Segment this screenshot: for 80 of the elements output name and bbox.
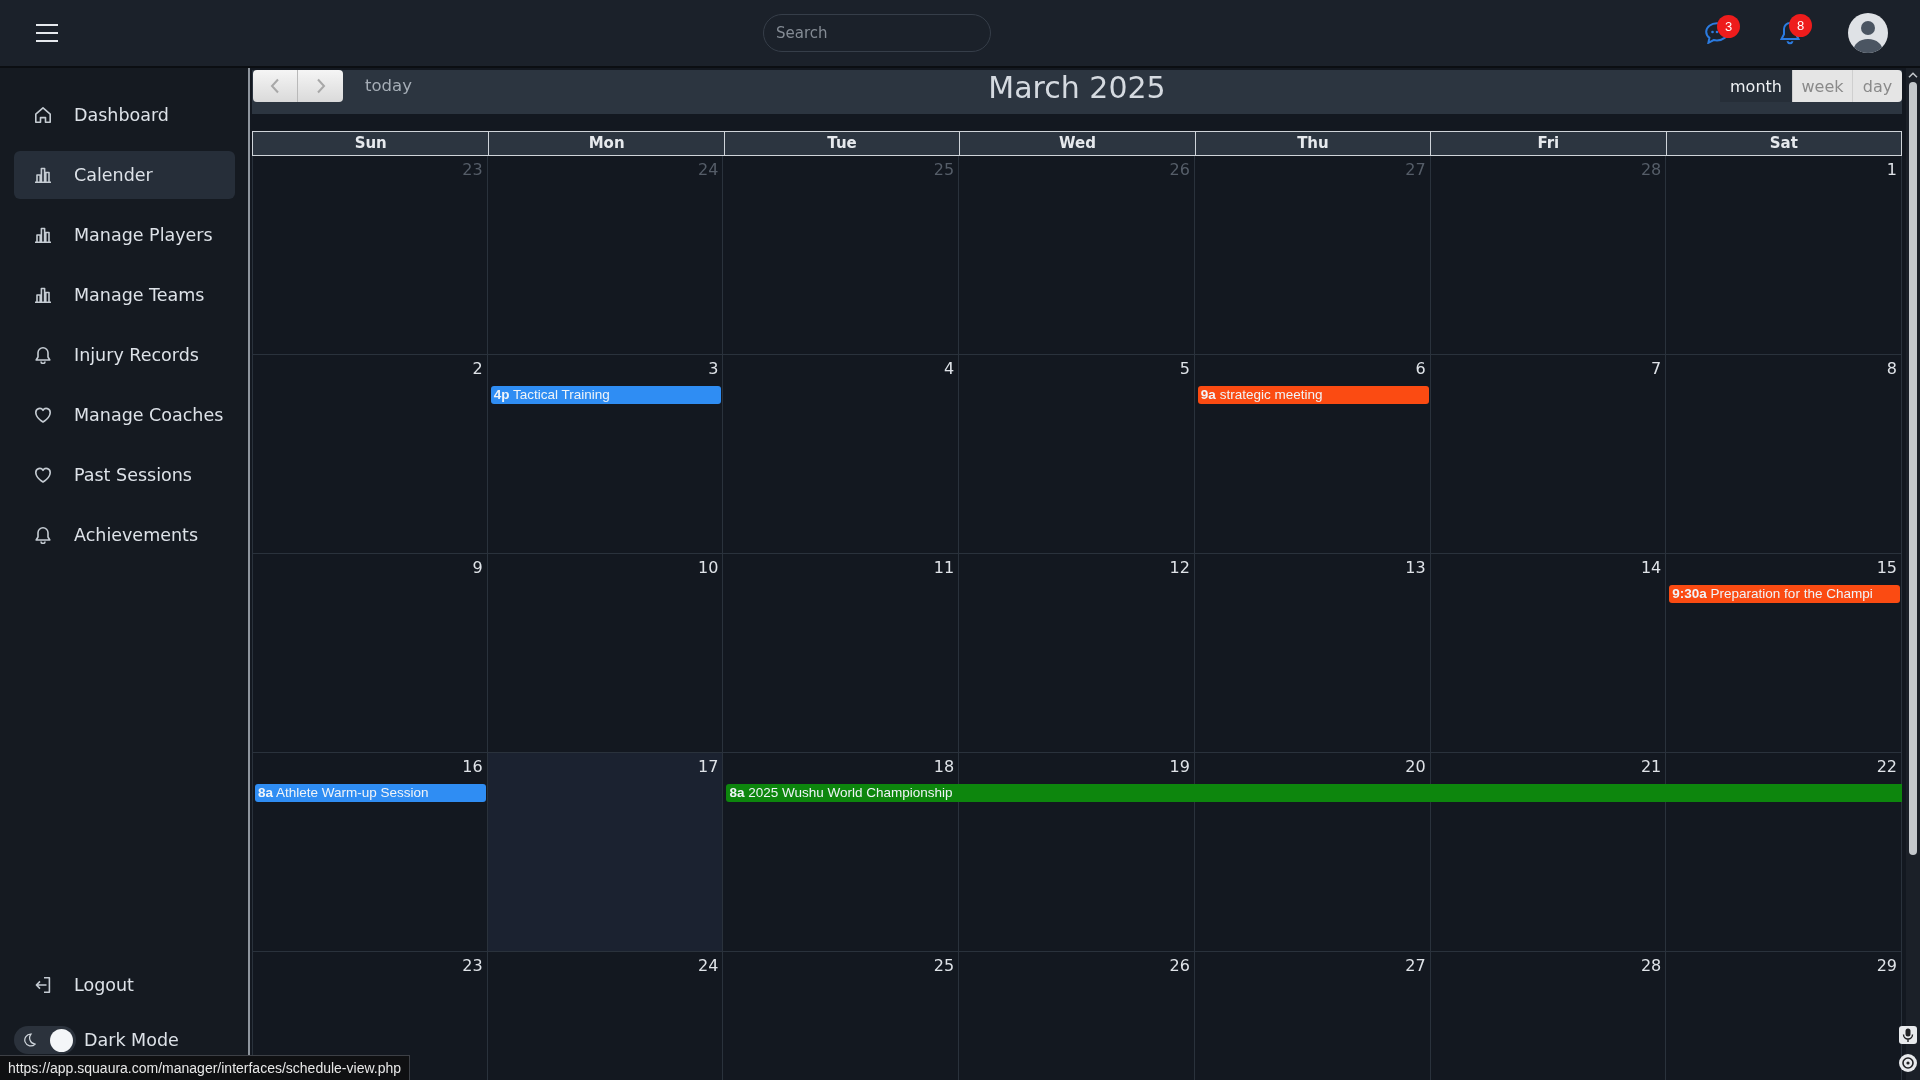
- status-url-tooltip: https://app.squaura.com/manager/interfaces/schedule-view.php: [0, 1055, 410, 1080]
- sidebar-item[interactable]: Manage Teams: [14, 271, 235, 319]
- day-number: 1: [1886, 160, 1897, 180]
- day-number: 8: [1886, 359, 1897, 379]
- weekday-header: Wed: [959, 132, 1195, 155]
- avatar-icon[interactable]: [1848, 13, 1888, 53]
- bar-chart-icon: [34, 226, 52, 244]
- day-number: 20: [1405, 757, 1426, 777]
- day-number: 28: [1640, 956, 1662, 976]
- view-button[interactable]: month: [1720, 70, 1792, 102]
- day-number: 13: [1405, 558, 1426, 578]
- dark-mode-label: Dark Mode: [84, 1030, 179, 1050]
- weekday-header: Sun: [353, 133, 388, 154]
- bell-icon: [34, 526, 52, 544]
- bar-chart-icon: [34, 166, 52, 184]
- heart-icon: [34, 466, 52, 484]
- scroll-up-icon[interactable]: [1908, 72, 1918, 78]
- day-number: 14: [1640, 558, 1662, 578]
- day-number: 7: [1651, 359, 1662, 379]
- search-field[interactable]: Search: [763, 14, 991, 52]
- microphone-icon[interactable]: [1899, 1026, 1917, 1044]
- day-number: 24: [698, 956, 719, 976]
- day-number: 26: [1169, 956, 1190, 976]
- weekday-header: Sat: [1665, 132, 1901, 155]
- sidebar-item[interactable]: Injury Records: [14, 331, 235, 379]
- day-number: 11: [933, 558, 955, 578]
- moon-icon: [22, 1033, 36, 1047]
- day-number: 22: [1876, 757, 1897, 777]
- day-number: 19: [1169, 757, 1190, 777]
- chevron-right-icon: [315, 78, 326, 94]
- chevron-left-icon: [270, 78, 280, 94]
- weekday-header: Thu: [1194, 132, 1431, 155]
- day-number: 26: [1169, 160, 1190, 180]
- today-button[interactable]: today: [365, 70, 412, 102]
- target-icon[interactable]: [1899, 1054, 1917, 1072]
- sidebar-item[interactable]: Manage Players: [14, 211, 235, 259]
- heart-icon: [34, 406, 52, 424]
- day-number: 24: [698, 160, 719, 180]
- day-number: 17: [698, 757, 719, 777]
- day-number: 4: [943, 359, 955, 379]
- day-number: 27: [1405, 160, 1426, 180]
- calendar-event[interactable]: 8a 2025 Wushu World Championship: [726, 784, 1902, 802]
- sidebar-item[interactable]: Manage Coaches: [14, 391, 235, 439]
- weekday-header: Mon: [488, 132, 724, 155]
- weekday-header: Tue: [723, 132, 960, 155]
- day-number: 23: [462, 160, 483, 180]
- toggle-switch[interactable]: [14, 1026, 76, 1054]
- day-number: 12: [1169, 558, 1190, 578]
- sidebar-item[interactable]: Achievements: [14, 511, 235, 559]
- day-number: 6: [1415, 359, 1426, 379]
- scrollbar[interactable]: [1906, 68, 1920, 1080]
- day-number: 5: [1179, 359, 1190, 379]
- day-number: 23: [462, 956, 483, 976]
- day-number: 18: [933, 757, 955, 777]
- menu-icon[interactable]: [36, 24, 58, 42]
- bar-chart-icon: [34, 286, 52, 304]
- weekday-header: Fri: [1430, 132, 1666, 155]
- scrollbar-thumb[interactable]: [1909, 82, 1917, 855]
- day-number: 27: [1405, 956, 1426, 976]
- logout-icon: [34, 976, 52, 994]
- day-number: 16: [462, 757, 483, 777]
- logout-link[interactable]: Logout: [14, 961, 235, 1009]
- sidebar-item[interactable]: Past Sessions: [14, 451, 235, 499]
- day-number: 3: [708, 359, 719, 379]
- sidebar-item[interactable]: Calender: [14, 151, 235, 199]
- day-number: 25: [933, 160, 955, 180]
- day-number: 2: [472, 359, 483, 379]
- message-count-badge: 3: [1717, 15, 1740, 38]
- calendar-title: March 2025: [988, 70, 1166, 106]
- day-number: 29: [1876, 956, 1897, 976]
- day-number: 9: [472, 558, 483, 578]
- day-number: 25: [933, 956, 955, 976]
- day-number: 21: [1640, 757, 1662, 777]
- day-number: 10: [698, 558, 719, 578]
- bell-icon: [34, 346, 52, 364]
- day-number: 28: [1640, 160, 1662, 180]
- notification-count-badge: 8: [1789, 14, 1812, 37]
- sidebar-item[interactable]: Dashboard: [14, 91, 235, 139]
- home-icon: [34, 106, 52, 124]
- day-number: 15: [1876, 558, 1897, 578]
